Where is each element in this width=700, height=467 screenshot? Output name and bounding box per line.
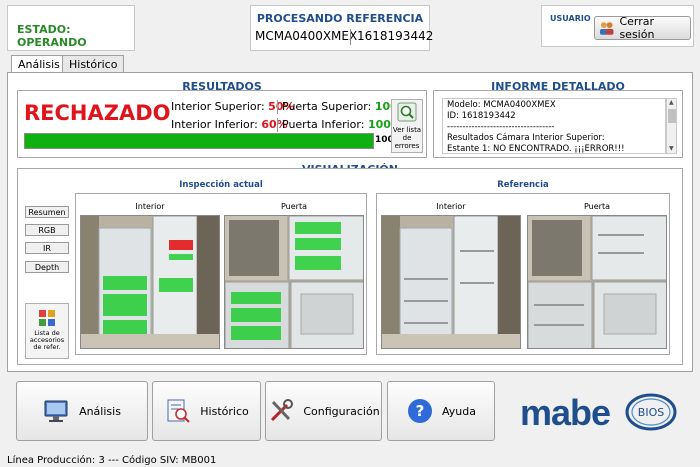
report-line: ID: 1618193442 xyxy=(447,111,516,121)
fridge-interior-icon xyxy=(81,216,219,348)
reference-door-image[interactable] xyxy=(527,215,667,349)
user-panel: USUARIO Cerrar sesión xyxy=(541,5,694,47)
view-errors-button[interactable]: Ver lista de errores xyxy=(391,99,423,153)
interior-label: Interior xyxy=(135,202,165,211)
status-text: ESTADO: OPERANDO xyxy=(17,23,87,49)
processing-title: PROCESANDO REFERENCIA xyxy=(256,12,424,25)
history-icon xyxy=(167,399,191,423)
svg-text:?: ? xyxy=(416,402,425,420)
footer-status: Línea Producción: 3 --- Código SIV: MB00… xyxy=(7,455,217,466)
nav-historico-label: Histórico xyxy=(200,404,249,418)
mabe-logo: mabe xyxy=(520,392,611,433)
metric-puerta-inf: Puerta Inferior: 100% xyxy=(282,118,402,131)
door-label: Puerta xyxy=(280,202,307,211)
current-inspection-group: Interior Puerta xyxy=(75,193,367,355)
nav-historico-button[interactable]: Histórico xyxy=(152,381,261,441)
divider xyxy=(350,29,351,45)
interior-label: Interior xyxy=(436,202,466,211)
monitor-icon xyxy=(44,400,68,422)
fridge-interior-icon xyxy=(382,216,520,348)
report-panel: Modelo: MCMA0400XMEX ID: 1618193442 ----… xyxy=(433,90,683,158)
scroll-thumb[interactable] xyxy=(668,109,676,123)
processing-reference: MCMA0400XMEX xyxy=(255,29,358,43)
progress-fill xyxy=(25,134,373,148)
door-label: Puerta xyxy=(583,202,610,211)
nav-analisis-label: Análisis xyxy=(79,404,121,418)
user-label: USUARIO xyxy=(550,14,591,23)
current-interior-image[interactable] xyxy=(80,215,220,349)
accessories-icon xyxy=(39,310,55,326)
ir-button[interactable]: IR xyxy=(25,242,69,254)
rgb-button[interactable]: RGB xyxy=(25,224,69,236)
current-inspection-title: Inspección actual xyxy=(179,180,263,190)
users-icon xyxy=(599,22,614,35)
divider xyxy=(277,100,278,114)
reference-group: Interior Puerta xyxy=(376,193,670,355)
visualization-panel: Resumen RGB IR Depth Lista de accesorios… xyxy=(17,168,683,365)
help-icon: ? xyxy=(408,399,432,423)
metric-interior-sup: Interior Superior: 50% xyxy=(171,100,295,113)
nav-ayuda-label: Ayuda xyxy=(442,404,476,418)
processing-id: 1618193442 xyxy=(357,29,434,43)
resumen-button[interactable]: Resumen xyxy=(25,206,69,218)
accessories-label: Lista de accesorios de refer. xyxy=(29,329,65,351)
metric-interior-inf: Interior Inferior: 60% xyxy=(171,118,288,131)
reference-title: Referencia xyxy=(497,180,549,190)
nav-configuracion-label: Configuración xyxy=(303,404,380,418)
report-scrollbar[interactable]: ▲ ▼ xyxy=(666,98,677,154)
accessories-list-button[interactable]: Lista de accesorios de refer. xyxy=(25,303,69,359)
logout-label: Cerrar sesión xyxy=(619,15,655,41)
fridge-door-icon xyxy=(528,216,666,348)
status-panel: ESTADO: OPERANDO xyxy=(7,5,135,51)
report-textarea[interactable]: Modelo: MCMA0400XMEX ID: 1618193442 ----… xyxy=(442,98,666,154)
bios-logo: BIOS xyxy=(625,393,677,431)
divider xyxy=(277,118,278,132)
verdict-text: RECHAZADO xyxy=(24,101,171,125)
metric-puerta-sup: Puerta Superior: 100% xyxy=(282,100,409,113)
current-door-image[interactable] xyxy=(224,215,364,349)
report-line: Modelo: MCMA0400XMEX xyxy=(447,100,556,110)
scroll-up-icon[interactable]: ▲ xyxy=(669,99,674,106)
results-panel: RECHAZADO Interior Superior: 50% Puerta … xyxy=(17,90,427,158)
reference-interior-image[interactable] xyxy=(381,215,521,349)
nav-ayuda-button[interactable]: ? Ayuda xyxy=(387,381,495,441)
svg-text:BIOS: BIOS xyxy=(638,406,664,419)
magnifier-icon xyxy=(397,102,417,122)
processing-panel: PROCESANDO REFERENCIA MCMA0400XMEX 16181… xyxy=(250,5,434,51)
progress-bar xyxy=(24,133,374,149)
logout-button[interactable]: Cerrar sesión xyxy=(594,15,691,41)
report-line: Estante 1: NO ENCONTRADO. ¡¡¡ERROR!!! xyxy=(447,144,625,154)
fridge-door-icon xyxy=(225,216,363,348)
scroll-down-icon[interactable]: ▼ xyxy=(669,145,674,152)
depth-button[interactable]: Depth xyxy=(25,261,69,273)
report-line: Resultados Cámara Interior Superior: xyxy=(447,133,605,143)
nav-analisis-button[interactable]: Análisis xyxy=(16,381,148,441)
tab-historico[interactable]: Histórico xyxy=(62,55,125,73)
tools-icon xyxy=(271,399,294,422)
nav-configuracion-button[interactable]: Configuración xyxy=(265,381,382,441)
view-errors-label: Ver lista de errores xyxy=(392,126,422,150)
report-line: ----------------------------------- xyxy=(447,122,555,132)
